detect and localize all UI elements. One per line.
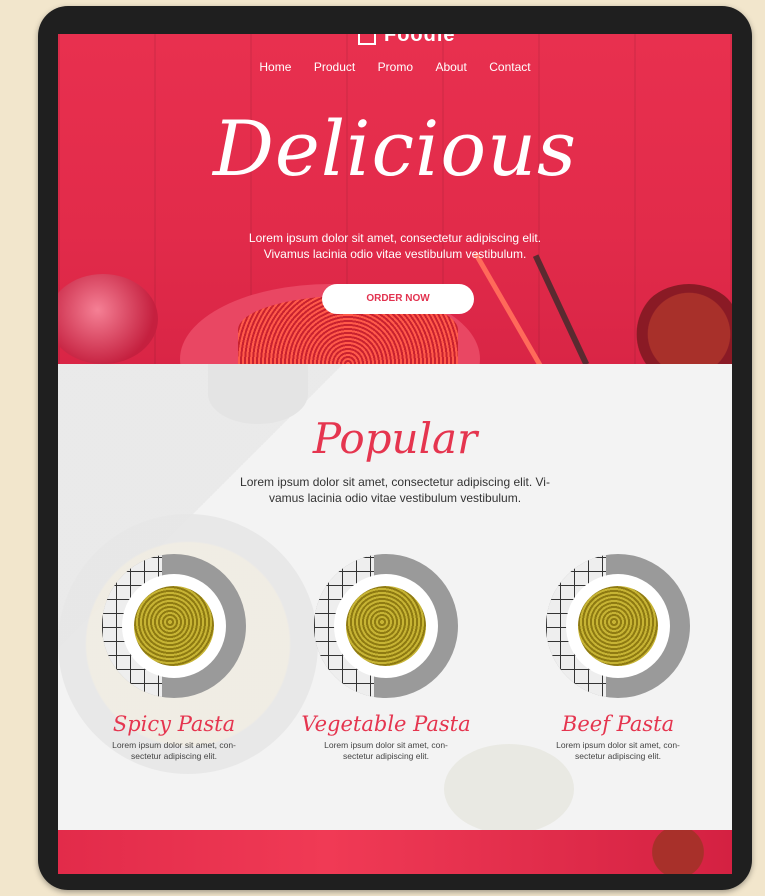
pasta — [346, 586, 426, 666]
desc-line2: sectetur adipiscing elit. — [343, 751, 429, 761]
nav-product[interactable]: Product — [314, 60, 355, 74]
menu-item-description: Lorem ipsum dolor sit amet, con- sectetu… — [538, 740, 698, 762]
sauce-bowl-image — [618, 830, 732, 874]
nav-contact[interactable]: Contact — [489, 60, 530, 74]
desc-line1: Lorem ipsum dolor sit amet, con- — [324, 740, 448, 750]
desc-line2: sectetur adipiscing elit. — [575, 751, 661, 761]
nav-about[interactable]: About — [435, 60, 466, 74]
logo-icon — [358, 34, 376, 45]
menu-item-spicy-pasta[interactable]: Spicy Pasta Lorem ipsum dolor sit amet, … — [74, 554, 274, 762]
chopsticks-image — [473, 252, 548, 376]
menu-item-name: Beef Pasta — [561, 712, 675, 736]
popular-description: Lorem ipsum dolor sit amet, consectetur … — [58, 474, 732, 506]
beef-pasta-image — [546, 554, 690, 698]
desc-line1: Lorem ipsum dolor sit amet, con- — [112, 740, 236, 750]
nav-promo[interactable]: Promo — [378, 60, 413, 74]
menu-item-name: Spicy Pasta — [112, 712, 236, 736]
menu-item-vegetable-pasta[interactable]: Vegetable Pasta Lorem ipsum dolor sit am… — [286, 554, 486, 762]
pasta — [134, 586, 214, 666]
hero-description-line2: Vivamus lacinia odio vitae vestibulum ve… — [263, 247, 527, 261]
logo-text: Foodie — [384, 34, 456, 46]
logo[interactable]: Foodie — [358, 34, 456, 47]
menu-item-beef-pasta[interactable]: Beef Pasta Lorem ipsum dolor sit amet, c… — [518, 554, 718, 762]
nav-home[interactable]: Home — [259, 60, 291, 74]
popular-title: Popular — [312, 414, 478, 463]
desc-line2: sectetur adipiscing elit. — [131, 751, 217, 761]
fork-image — [532, 254, 590, 366]
website-screen: Foodie Home Product Promo About Contact … — [58, 34, 732, 874]
desc-line1: Lorem ipsum dolor sit amet, con- — [556, 740, 680, 750]
main-nav: Home Product Promo About Contact — [58, 58, 732, 76]
next-section-preview — [58, 830, 732, 874]
popular-description-line2: vamus lacinia odio vitae vestibulum vest… — [268, 491, 522, 505]
order-now-button[interactable]: ORDER NOW — [322, 284, 474, 314]
hero-description: Lorem ipsum dolor sit amet, consectetur … — [58, 230, 732, 262]
popular-description-line1: Lorem ipsum dolor sit amet, consectetur … — [240, 475, 550, 489]
pasta — [578, 586, 658, 666]
garlic-image — [58, 274, 158, 364]
popular-section: Popular Lorem ipsum dolor sit amet, cons… — [58, 364, 732, 834]
menu-item-description: Lorem ipsum dolor sit amet, con- sectetu… — [306, 740, 466, 762]
hero-title: Delicious — [212, 104, 578, 193]
menu-item-description: Lorem ipsum dolor sit amet, con- sectetu… — [94, 740, 254, 762]
spicy-pasta-image — [102, 554, 246, 698]
menu-item-name: Vegetable Pasta — [301, 712, 471, 736]
hero-section: Foodie Home Product Promo About Contact … — [58, 34, 732, 434]
vegetable-pasta-image — [314, 554, 458, 698]
hero-description-line1: Lorem ipsum dolor sit amet, consectetur … — [248, 231, 542, 245]
